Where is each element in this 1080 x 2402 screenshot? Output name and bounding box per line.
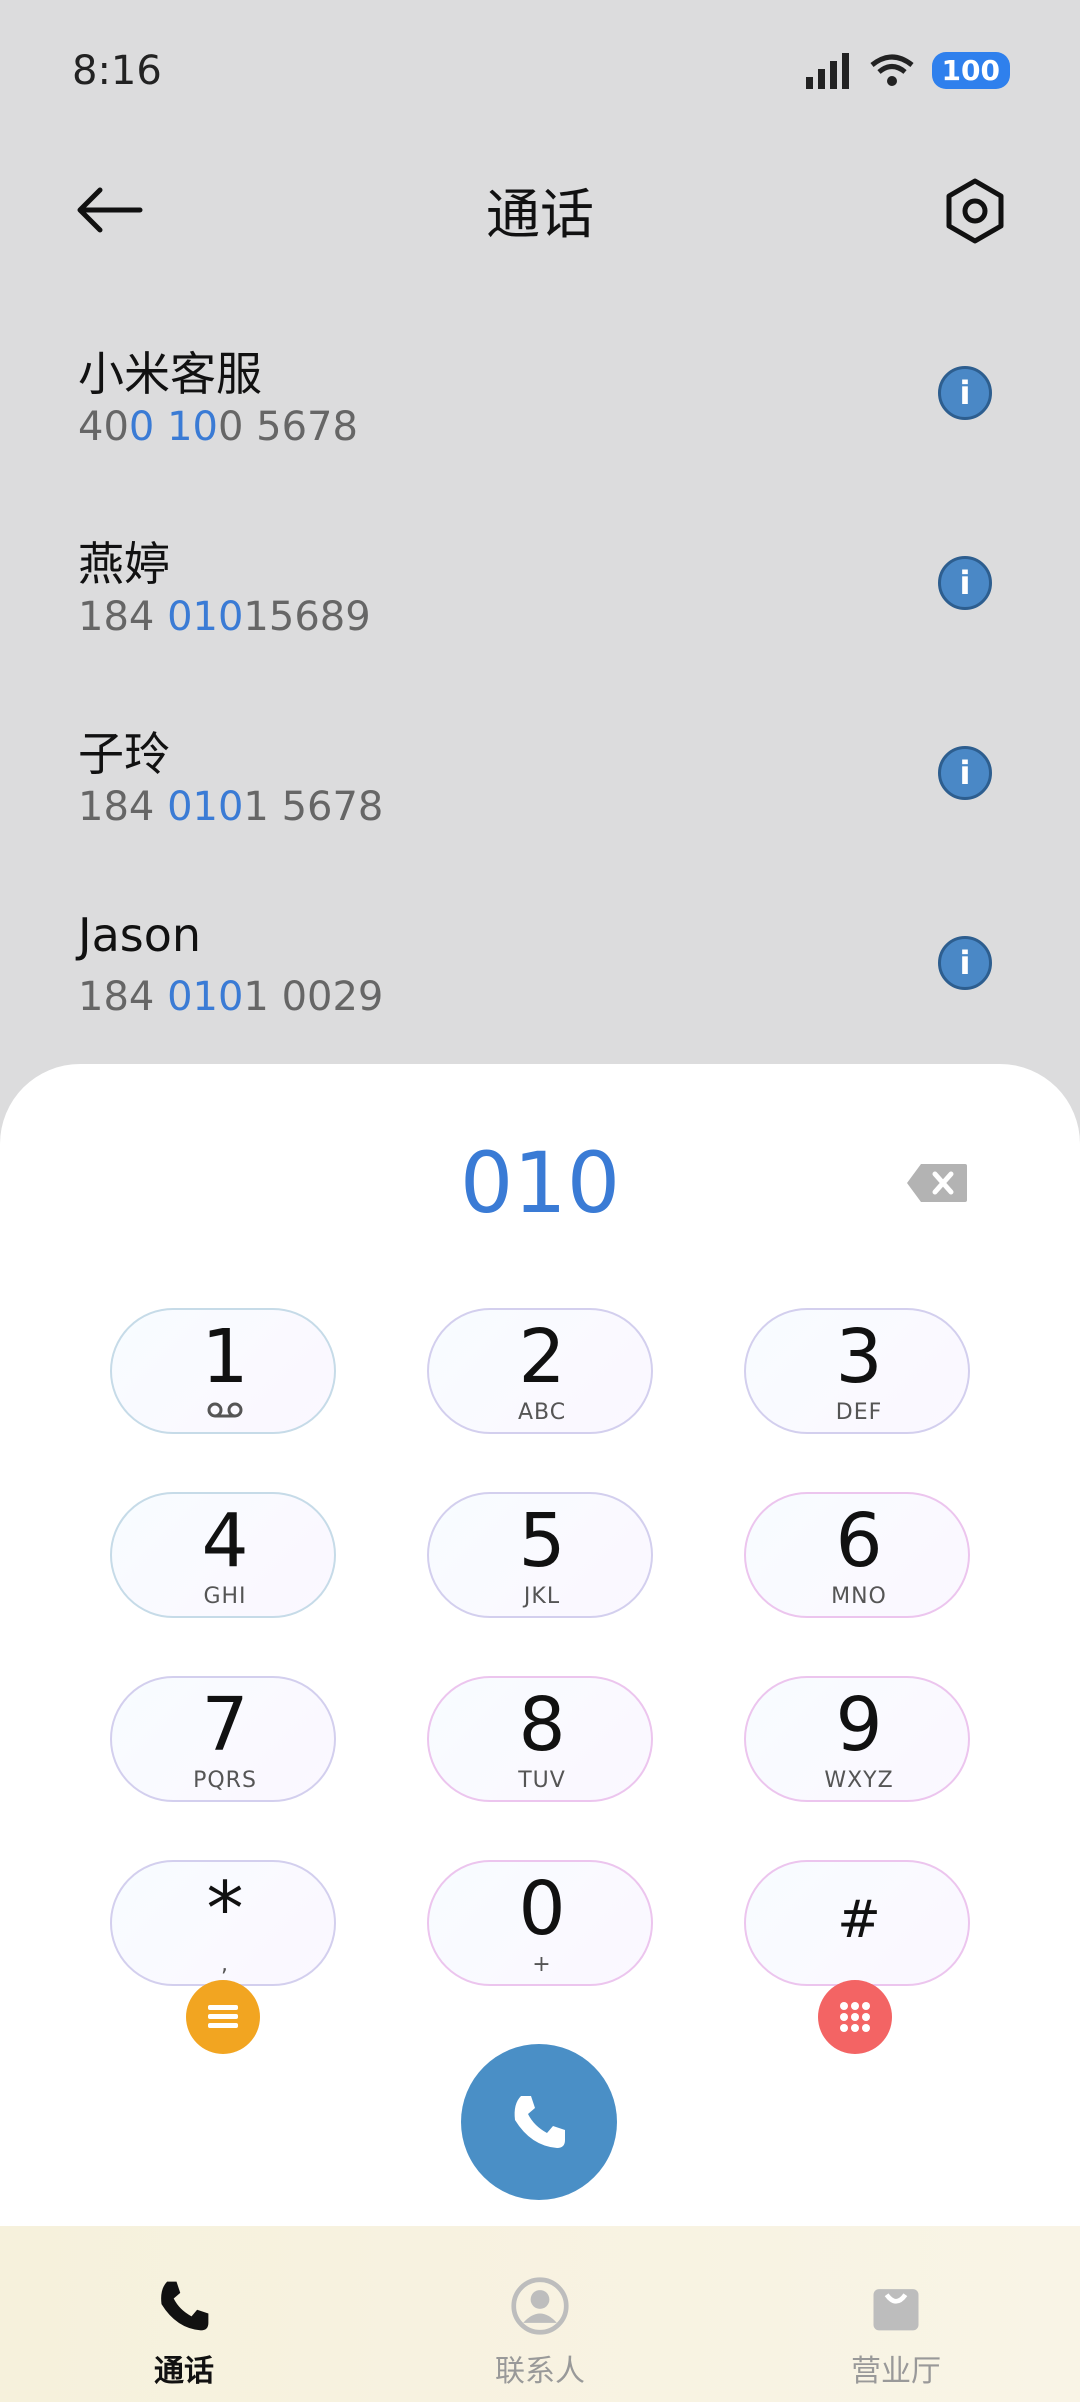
key-1[interactable]: 1 <box>110 1308 336 1434</box>
key-hash[interactable]: # <box>744 1860 970 1986</box>
key-letters: + <box>532 1952 552 1977</box>
key-4[interactable]: 4 GHI <box>110 1492 336 1618</box>
grid-icon <box>840 2002 870 2032</box>
backspace-button[interactable] <box>905 1162 969 1204</box>
key-3[interactable]: 3 DEF <box>744 1308 970 1434</box>
menu-button[interactable] <box>186 1980 260 2054</box>
contact-row[interactable]: 子玲 184 0101 5678 i <box>0 680 1080 840</box>
key-star[interactable]: * , <box>110 1860 336 1986</box>
call-button[interactable] <box>461 2044 617 2200</box>
nav-label: 营业厅 <box>851 2354 941 2389</box>
contact-row[interactable]: 小米客服 400 100 5678 i <box>0 300 1080 460</box>
key-0[interactable]: 0 + <box>427 1860 653 1986</box>
key-digit: 8 <box>518 1682 566 1768</box>
number-match: 010 <box>167 784 244 830</box>
contact-name: 小米客服 <box>78 347 262 401</box>
gear-icon <box>946 178 1004 244</box>
key-letters: JKL <box>523 1584 561 1609</box>
nav-store[interactable]: 营业厅 <box>806 2246 986 2396</box>
key-digit: 5 <box>518 1498 566 1584</box>
shopping-bag-icon <box>873 2289 919 2331</box>
key-9[interactable]: 9 WXYZ <box>744 1676 970 1802</box>
contact-number: 184 0101 0029 <box>78 974 383 1020</box>
signal-icon <box>805 52 849 89</box>
contact-name: 子玲 <box>78 727 170 781</box>
header-bar: 通话 <box>0 150 1080 270</box>
key-7[interactable]: 7 PQRS <box>110 1676 336 1802</box>
nav-label: 联系人 <box>495 2354 585 2389</box>
key-letters: WXYZ <box>824 1768 894 1793</box>
info-button[interactable]: i <box>938 936 992 990</box>
key-8[interactable]: 8 TUV <box>427 1676 653 1802</box>
contact-name: 燕婷 <box>78 537 170 591</box>
info-button[interactable]: i <box>938 556 992 610</box>
page-title: 通话 <box>486 183 594 246</box>
key-digit: # <box>837 1890 881 1950</box>
number-match: 010 <box>167 974 244 1020</box>
info-icon: i <box>959 754 971 792</box>
bottom-navigation: 通话 联系人 营业厅 <box>0 2226 1080 2402</box>
key-digit: 9 <box>835 1682 883 1768</box>
key-letters: ABC <box>517 1400 567 1425</box>
keypad: 1 2 ABC 3 DEF 4 GHI 5 JKL 6 MNO 7 PQRS 8… <box>110 1308 970 1988</box>
info-icon: i <box>959 944 971 982</box>
contact-number: 400 100 5678 <box>78 404 358 450</box>
menu-icon <box>208 2005 238 2028</box>
contact-row[interactable]: 燕婷 184 01015689 i <box>0 490 1080 650</box>
key-5[interactable]: 5 JKL <box>427 1492 653 1618</box>
key-letters: GHI <box>203 1584 247 1609</box>
key-digit: 4 <box>201 1498 249 1584</box>
status-time: 8:16 <box>72 48 162 94</box>
number-prefix: 184 <box>78 594 168 640</box>
info-button[interactable]: i <box>938 366 992 420</box>
number-suffix: 15689 <box>243 594 371 640</box>
status-icons: 100 <box>804 52 1010 89</box>
key-2[interactable]: 2 ABC <box>427 1308 653 1434</box>
wifi-icon <box>869 54 914 86</box>
status-bar: 8:16 100 <box>0 0 1080 150</box>
keypad-toggle-button[interactable] <box>818 1980 892 2054</box>
key-digit: 3 <box>835 1314 883 1400</box>
number-suffix: 0 5678 <box>217 404 358 450</box>
info-icon: i <box>959 374 971 412</box>
key-letters: , <box>221 1952 229 1977</box>
number-suffix: 1 0029 <box>243 974 384 1020</box>
battery-indicator: 100 <box>931 52 1010 89</box>
nav-contacts[interactable]: 联系人 <box>450 2246 630 2396</box>
nav-label: 通话 <box>154 2354 214 2389</box>
info-button[interactable]: i <box>938 746 992 800</box>
voicemail-icon <box>112 1400 338 1425</box>
number-prefix: 184 <box>78 784 168 830</box>
contact-number: 184 01015689 <box>78 594 371 640</box>
key-digit: 0 <box>518 1866 566 1952</box>
key-letters: DEF <box>835 1400 883 1425</box>
phone-icon <box>161 2281 209 2331</box>
key-digit: * <box>206 1866 244 1952</box>
settings-button[interactable] <box>940 176 1010 246</box>
key-digit: 2 <box>518 1314 566 1400</box>
key-letters: TUV <box>518 1768 566 1793</box>
number-suffix: 1 5678 <box>243 784 384 830</box>
key-digit: 6 <box>835 1498 883 1584</box>
contact-name: Jason <box>78 908 202 962</box>
contact-icon <box>511 2277 569 2335</box>
phone-icon <box>514 2096 565 2148</box>
key-6[interactable]: 6 MNO <box>744 1492 970 1618</box>
key-digit: 7 <box>201 1682 249 1768</box>
key-letters: PQRS <box>193 1768 257 1793</box>
number-prefix: 184 <box>78 974 168 1020</box>
number-match: 010 <box>167 594 244 640</box>
key-digit: 1 <box>201 1314 249 1400</box>
backspace-icon <box>907 1164 967 1202</box>
nav-calls[interactable]: 通话 <box>94 2246 274 2396</box>
number-match: 0 10 <box>128 404 218 450</box>
contact-row[interactable]: Jason 184 0101 0029 i <box>0 870 1080 1030</box>
info-icon: i <box>959 564 971 602</box>
key-letters: MNO <box>831 1584 887 1609</box>
contact-number: 184 0101 5678 <box>78 784 383 830</box>
number-prefix: 40 <box>78 404 129 450</box>
